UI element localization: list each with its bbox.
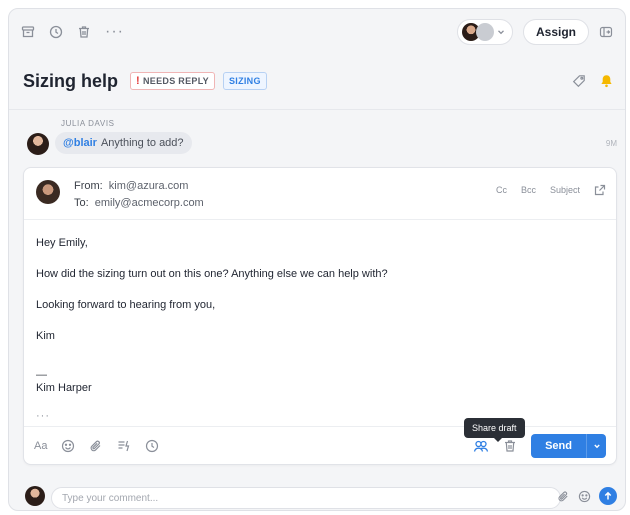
signature-name: Kim Harper	[36, 382, 92, 394]
current-user-avatar	[25, 486, 45, 506]
bcc-button[interactable]: Bcc	[521, 185, 536, 195]
pop-out-icon[interactable]	[594, 184, 606, 196]
submit-comment-button[interactable]	[599, 487, 617, 505]
comment-author: JULIA DAVIS	[61, 119, 115, 128]
comment-author-avatar	[27, 133, 49, 155]
bell-icon[interactable]	[600, 74, 613, 88]
signature-dash: —	[36, 369, 47, 381]
send-button-group: Send	[531, 433, 606, 458]
draft-footer: Aa Send	[24, 426, 616, 464]
draft-header-actions: Cc Bcc Subject	[496, 184, 606, 196]
comment-text: Anything to add?	[100, 137, 184, 149]
teammate-avatar	[475, 23, 494, 41]
attachment-icon[interactable]	[89, 439, 103, 453]
header-actions	[572, 74, 613, 88]
alert-icon: !	[136, 75, 140, 87]
from-address: kim@azura.com	[108, 180, 189, 192]
send-later-clock-icon[interactable]	[145, 439, 159, 453]
conversation-subject: Sizing help	[23, 70, 119, 91]
from-field[interactable]: From: kim@azura.com	[74, 180, 188, 192]
tag-label: NEEDS REPLY	[142, 76, 209, 86]
comment-attachment-icon[interactable]	[557, 490, 570, 503]
archive-icon[interactable]	[21, 25, 35, 39]
send-button[interactable]: Send	[531, 433, 586, 458]
subject-button[interactable]: Subject	[550, 185, 580, 195]
conversation-header: Sizing help ! NEEDS REPLY SIZING	[23, 67, 613, 95]
comment-emoji-icon[interactable]	[578, 490, 591, 503]
tag-icon[interactable]	[572, 74, 586, 88]
comment-timestamp: 9M	[605, 139, 617, 148]
header-divider	[9, 109, 625, 110]
assignee-picker[interactable]	[456, 19, 513, 45]
reply-draft: From: kim@azura.com To: emily@acmecorp.c…	[23, 167, 617, 465]
body-paragraph: How did the sizing turn out on this one?…	[36, 268, 388, 280]
expand-panel-icon[interactable]	[599, 25, 613, 39]
to-field[interactable]: To: emily@acmecorp.com	[74, 197, 204, 209]
more-options-icon[interactable]: ···	[105, 24, 124, 40]
share-draft-icon[interactable]	[473, 439, 489, 453]
composer-actions	[557, 487, 617, 505]
chevron-down-icon	[593, 444, 600, 448]
trash-icon[interactable]	[77, 25, 91, 39]
toolbar-right: Assign	[456, 19, 613, 45]
comment-input[interactable]: Type your comment...	[51, 487, 561, 509]
tag-needs-reply[interactable]: ! NEEDS REPLY	[130, 72, 215, 90]
cc-button[interactable]: Cc	[496, 185, 507, 195]
sender-avatar	[36, 180, 60, 204]
chevron-down-icon	[496, 27, 506, 37]
comment-bubble: @blair Anything to add?	[55, 132, 192, 154]
comment-mention[interactable]: @blair	[63, 137, 97, 149]
body-paragraph: Looking forward to hearing from you,	[36, 299, 216, 311]
emoji-icon[interactable]	[61, 439, 75, 453]
canned-response-icon[interactable]	[117, 439, 131, 453]
send-options-button[interactable]	[586, 433, 606, 458]
tag-label: SIZING	[228, 76, 261, 86]
text-format-button[interactable]: Aa	[34, 440, 47, 452]
app-window: ··· Assign Sizing help ! NEEDS REPLY SIZ…	[8, 8, 626, 511]
tag-sizing[interactable]: SIZING	[222, 72, 267, 90]
draft-header: From: kim@azura.com To: emily@acmecorp.c…	[24, 168, 616, 220]
formatting-toolbar: Aa	[34, 439, 159, 453]
from-label: From:	[74, 180, 103, 192]
share-draft-tooltip: Share draft	[464, 418, 525, 442]
snooze-clock-icon[interactable]	[49, 25, 63, 39]
draft-body[interactable]: Hey Emily, How did the sizing turn out o…	[24, 220, 616, 422]
to-address: emily@acmecorp.com	[94, 197, 204, 209]
toolbar-actions: ···	[21, 24, 124, 40]
to-label: To:	[74, 197, 89, 209]
discard-draft-icon[interactable]	[503, 439, 517, 453]
body-paragraph: Kim	[36, 330, 55, 342]
arrow-up-icon	[604, 491, 612, 500]
top-toolbar: ··· Assign	[9, 9, 625, 55]
assign-button[interactable]: Assign	[522, 19, 589, 45]
body-paragraph: Hey Emily,	[36, 237, 88, 249]
